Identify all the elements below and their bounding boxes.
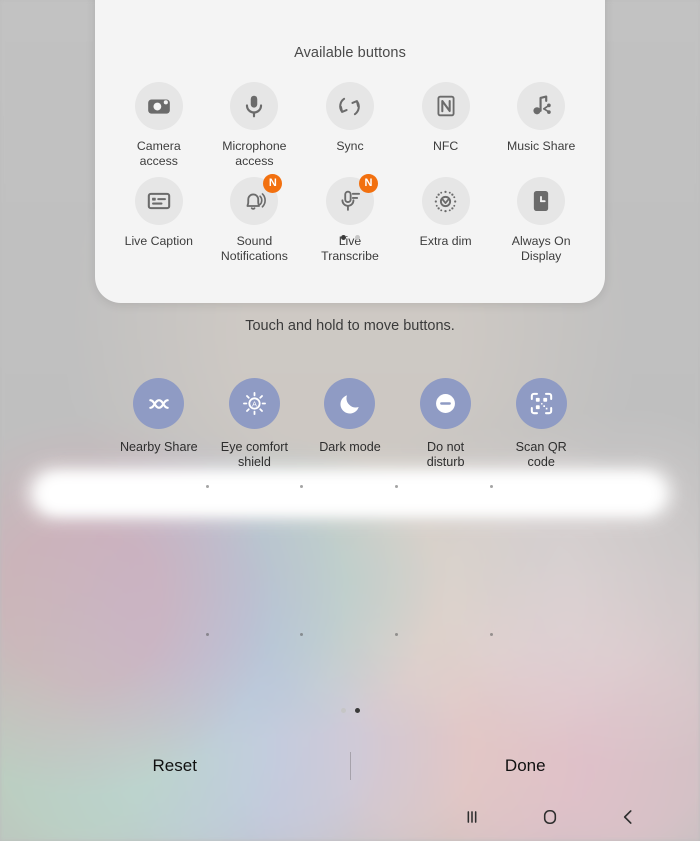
active-button-label: Do not disturb	[426, 440, 465, 469]
always-on-display-icon	[534, 191, 549, 211]
available-button-nfc[interactable]: NFC	[398, 82, 494, 168]
active-button-label: Dark mode	[319, 440, 381, 454]
ghost-dot	[206, 485, 209, 488]
panel-page-indicator	[0, 708, 700, 713]
available-button-label: Camera access	[136, 139, 181, 168]
action-bar: Reset Done	[0, 748, 700, 784]
do-not-disturb-icon	[436, 394, 456, 413]
nearby-share-icon	[149, 398, 169, 409]
scan-qr-code-icon	[530, 392, 552, 415]
sound-notifications-icon-circle: N	[230, 174, 283, 225]
svg-text:A: A	[252, 399, 257, 408]
available-button-music-share[interactable]: Music Share	[493, 82, 589, 168]
done-button[interactable]: Done	[351, 756, 700, 776]
active-button-do-not-disturb[interactable]: Do not disturb	[398, 378, 494, 469]
recents-button[interactable]	[452, 797, 492, 837]
available-buttons-row-1: Camera access Microphone access Sync NFC…	[111, 82, 589, 168]
dark-mode-icon	[340, 394, 359, 414]
music-share-icon-circle	[517, 82, 566, 130]
live-transcribe-icon	[341, 190, 361, 211]
live-transcribe-icon-circle: N	[325, 174, 378, 225]
back-icon	[623, 810, 632, 824]
camera-icon	[147, 99, 170, 114]
available-button-label: Sync	[336, 139, 364, 153]
navigation-bar	[0, 793, 700, 841]
active-button-eye-comfort-shield[interactable]: A Eye comfort shield	[207, 378, 303, 469]
recents-icon	[467, 811, 477, 823]
home-button[interactable]	[530, 797, 570, 837]
available-button-label: Microphone access	[222, 139, 287, 168]
available-buttons-title: Available buttons	[294, 45, 406, 61]
active-button-label: Nearby Share	[119, 440, 198, 454]
available-button-live-caption[interactable]: Live Caption	[111, 177, 207, 263]
available-button-extra-dim[interactable]: Extra dim	[398, 177, 494, 263]
nfc-icon	[437, 95, 455, 117]
music-share-icon	[533, 95, 551, 115]
eye-comfort-shield-icon: A	[242, 392, 266, 415]
ghost-dot	[395, 633, 398, 636]
blurred-panel-band-inner	[40, 476, 660, 512]
sound-notifications-icon	[246, 193, 267, 210]
ghost-dot	[490, 485, 493, 488]
microphone-icon	[246, 95, 263, 118]
sheet-page-indicator	[95, 235, 605, 240]
ghost-dot	[395, 485, 398, 488]
extra-dim-icon-circle	[421, 177, 470, 225]
nfc-icon-circle	[421, 82, 470, 130]
available-buttons-sheet: Available buttons Camera access Micropho…	[95, 0, 605, 303]
reset-button[interactable]: Reset	[0, 756, 350, 776]
extra-dim-icon	[434, 190, 457, 212]
sync-icon	[339, 97, 361, 115]
available-button-live-transcribe[interactable]: N Live Transcribe	[302, 174, 398, 263]
available-button-microphone-access[interactable]: Microphone access	[207, 82, 303, 168]
ghost-dot	[490, 633, 493, 636]
active-buttons-row: Nearby Share A Eye comfort shield Dark m…	[111, 378, 589, 469]
microphone-icon-circle	[230, 82, 279, 130]
always-on-display-icon-circle	[517, 177, 566, 225]
dark-mode-icon-circle	[324, 378, 376, 429]
available-button-always-on-display[interactable]: Always On Display	[493, 177, 589, 263]
available-button-label: NFC	[432, 139, 459, 153]
available-button-label: Music Share	[507, 139, 576, 153]
active-button-nearby-share[interactable]: Nearby Share	[111, 378, 207, 469]
page-dot-1[interactable]	[340, 235, 346, 240]
back-button[interactable]	[608, 797, 648, 837]
nearby-share-icon-circle	[133, 378, 185, 429]
new-badge: N	[358, 174, 378, 193]
available-button-sound-notifications[interactable]: N Sound Notifications	[207, 174, 303, 263]
live-caption-icon	[147, 192, 171, 210]
home-icon	[543, 809, 557, 825]
available-button-sync[interactable]: Sync	[302, 82, 398, 168]
new-badge: N	[263, 174, 283, 193]
ghost-dot	[206, 633, 209, 636]
sync-icon-circle	[325, 82, 374, 130]
phone-screen: Available buttons Camera access Micropho…	[0, 0, 700, 841]
available-button-camera-access[interactable]: Camera access	[111, 82, 207, 168]
ghost-dot	[300, 633, 303, 636]
active-button-dark-mode[interactable]: Dark mode	[302, 378, 398, 469]
panel-page-dot-1[interactable]	[340, 708, 346, 713]
scan-qr-code-icon-circle	[515, 378, 567, 429]
camera-icon-circle	[134, 82, 183, 130]
available-buttons-row-2: Live Caption N Sound Notifications N Liv…	[111, 174, 589, 263]
do-not-disturb-icon-circle	[420, 378, 472, 429]
live-caption-icon-circle	[134, 177, 183, 225]
move-buttons-hint: Touch and hold to move buttons.	[245, 318, 455, 334]
active-button-label: Scan QR code	[515, 440, 567, 469]
eye-comfort-shield-icon-circle: A	[228, 378, 280, 429]
page-dot-2[interactable]	[354, 235, 360, 240]
ghost-dot	[300, 485, 303, 488]
panel-page-dot-2[interactable]	[354, 708, 360, 713]
active-button-scan-qr-code[interactable]: Scan QR code	[493, 378, 589, 469]
active-button-label: Eye comfort shield	[220, 440, 288, 469]
